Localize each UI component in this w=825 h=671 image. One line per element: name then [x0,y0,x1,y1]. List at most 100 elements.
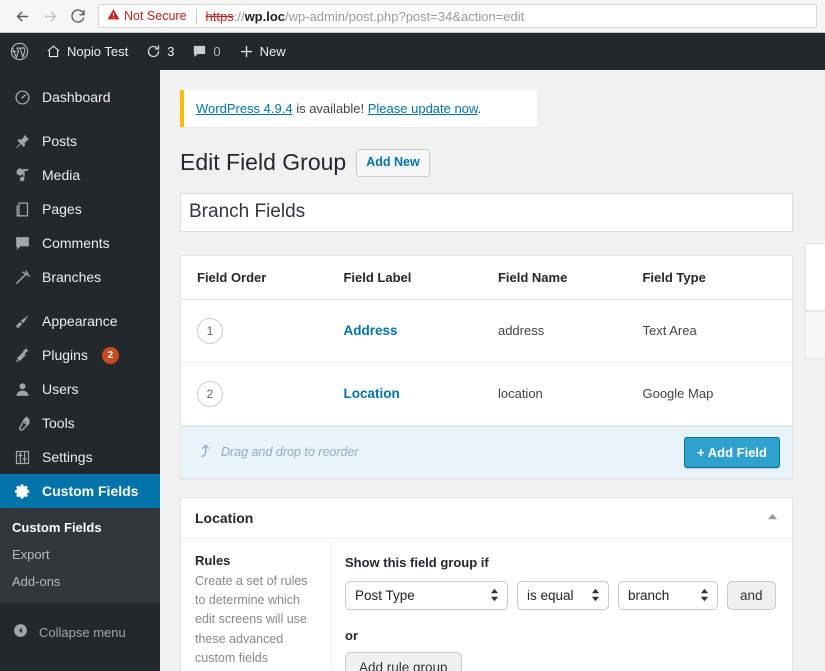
hammer-icon [12,269,32,286]
sidebar-item-media[interactable]: Media [0,158,160,192]
sidebar-item-plugins[interactable]: Plugins 2 [0,338,160,372]
stepper-icon [490,588,499,602]
table-row[interactable]: 2 Location location Google Map [181,362,792,426]
paintbrush-icon [12,313,32,330]
field-order-cell[interactable]: 1 [181,299,344,363]
sidebar-item-dashboard[interactable]: Dashboard [0,80,160,114]
updates-button[interactable]: 3 [137,33,183,70]
wordpress-logo-button[interactable] [0,33,37,70]
field-label-link[interactable]: Address [343,323,397,338]
wordpress-version-link[interactable]: WordPress 4.9.4 [196,101,293,116]
rules-title: Rules [195,552,231,568]
admin-sidebar-menu: Dashboard Posts Media Pages Comments Bra… [0,70,160,671]
comment-bubble-icon [192,44,207,59]
field-name-cell: address [497,299,643,363]
sidebar-item-tools[interactable]: Tools [0,406,160,440]
media-icon [12,167,32,184]
rule-value-select[interactable]: branch [618,580,718,610]
back-button[interactable] [8,2,36,30]
url-host: wp.loc [244,8,286,24]
submenu-item-export[interactable]: Export [0,541,160,568]
location-metabox: Location Rules Create a set of rules to … [180,496,793,671]
plugins-update-badge: 2 [101,346,119,364]
collapse-arrow-icon [12,622,29,642]
url-separator: :// [233,8,245,24]
url-scheme: https [205,8,234,24]
field-type-cell: Google Map [642,362,792,426]
collapse-menu-button[interactable]: Collapse menu [0,615,160,649]
or-label: or [345,627,358,643]
collapse-menu-label: Collapse menu [39,624,126,640]
column-header-field-order: Field Order [181,255,344,300]
sidebar-item-label: Branches [42,269,102,285]
sidebar-item-comments[interactable]: Comments [0,226,160,260]
new-content-button[interactable]: New [230,33,295,70]
sidebar-item-custom-fields[interactable]: Custom Fields [0,474,160,508]
table-header-row: Field Order Field Label Field Name Field… [181,255,792,300]
updates-count: 3 [167,44,175,59]
sidebar-item-branches[interactable]: Branches [0,260,160,294]
wrench-icon [12,415,32,432]
gear-icon [12,483,32,500]
comments-button[interactable]: 0 [183,33,229,70]
submenu-item-add-ons[interactable]: Add-ons [0,568,160,595]
field-order-badge[interactable]: 1 [197,317,223,344]
field-order-cell[interactable]: 2 [181,362,344,426]
field-name-cell: location [497,362,643,426]
notice-middle-text: is available! [292,101,368,116]
menu-separator [0,294,160,304]
location-metabox-body: Rules Create a set of rules to determine… [181,538,792,671]
submenu-item-custom-fields[interactable]: Custom Fields [0,514,160,541]
sidebar-item-label: Dashboard [42,89,111,105]
sidebar-item-users[interactable]: Users [0,372,160,406]
rule-param-select[interactable]: Post Type [345,580,508,610]
sidebar-item-label: Settings [42,449,93,465]
sidebar-item-label: Custom Fields [42,483,139,499]
pin-icon [12,133,32,150]
field-label-link[interactable]: Location [343,386,399,401]
new-content-label: New [259,44,286,59]
settings-sliders-icon [12,449,32,466]
page-header: Edit Field Group Add New [180,149,825,177]
column-header-field-label: Field Label [343,255,498,300]
fields-list-box: Field Order Field Label Field Name Field… [180,254,793,479]
rules-description: Create a set of rules to determine which… [195,573,308,666]
reload-button[interactable] [64,2,92,30]
rules-description-column: Rules Create a set of rules to determine… [181,538,331,671]
sidebar-item-pages[interactable]: Pages [0,192,160,226]
update-notice: WordPress 4.9.4 is available! Please upd… [180,90,537,127]
update-now-link[interactable]: Please update now [368,101,478,116]
sidebar-item-appearance[interactable]: Appearance [0,304,160,338]
forward-button[interactable] [36,2,64,30]
field-order-badge[interactable]: 2 [197,380,223,407]
sidebar-item-label: Users [42,381,79,397]
plus-icon [239,44,254,59]
chevron-up-icon[interactable] [767,512,778,523]
field-group-title-input[interactable]: Branch Fields [180,192,793,232]
location-metabox-header[interactable]: Location [181,498,792,539]
add-field-button[interactable]: + Add Field [684,436,780,468]
show-if-label: Show this field group if [345,554,489,570]
add-rule-group-button[interactable]: Add rule group [345,651,462,671]
add-new-button[interactable]: Add New [356,149,430,177]
pages-icon [12,201,32,218]
site-name-button[interactable]: Nopio Test [37,33,137,70]
column-header-field-type: Field Type [642,255,792,300]
rule-operator-select[interactable]: is equal [517,580,609,610]
column-header-field-name: Field Name [497,255,643,300]
wordpress-logo-icon [10,42,29,61]
rule-param-value: Post Type [355,587,415,603]
drag-hint-label: Drag and drop to reorder [221,445,359,459]
custom-fields-submenu: Custom Fields Export Add-ons [0,508,160,603]
sidebar-item-posts[interactable]: Posts [0,124,160,158]
address-bar[interactable]: Not Secure https://wp.loc/wp-admin/post.… [98,4,817,28]
site-name-label: Nopio Test [67,44,129,59]
wp-admin-bar: Nopio Test 3 0 New [0,33,825,70]
stepper-icon [591,588,600,602]
table-row[interactable]: 1 Address address Text Area [181,299,792,363]
security-chip[interactable]: Not Secure [107,8,187,24]
notice-end-text: . [477,101,482,116]
comment-bubble-icon [12,235,32,252]
sidebar-item-settings[interactable]: Settings [0,440,160,474]
add-and-rule-button[interactable]: and [727,580,776,610]
